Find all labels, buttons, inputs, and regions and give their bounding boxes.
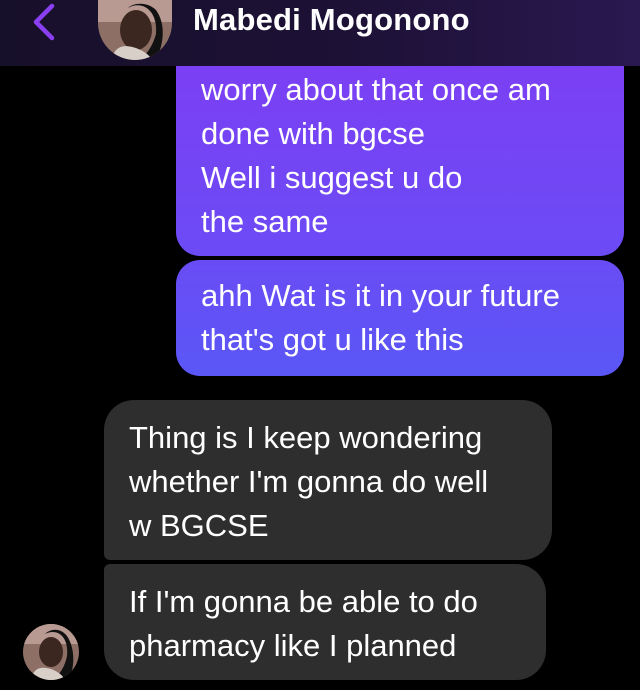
back-button[interactable] [22,0,66,44]
message-line: w BGCSE [129,508,269,543]
message-bubble-received[interactable]: Thing is I keep wondering whether I'm go… [104,400,552,560]
message-line: If I'm gonna be able to do [129,584,478,619]
message-line: done with bgcse [201,116,426,151]
sender-photo-icon [23,624,79,680]
message-line: Thing is I keep wondering [129,420,483,455]
sender-avatar[interactable] [23,624,79,680]
message-line: whether I'm gonna do well [129,464,489,499]
contact-avatar[interactable] [98,0,172,60]
message-bubble-received[interactable]: If I'm gonna be able to do pharmacy like… [104,564,546,680]
message-line: the same [201,204,329,239]
message-line: worry about that once am [201,72,551,107]
message-line: that's got u like this [201,322,464,357]
message-line: pharmacy like I planned [129,628,457,663]
message-bubble-sent[interactable]: ahh Wat is it in your future that's got … [176,260,624,376]
message-bubble-sent[interactable]: worry about that once am done with bgcse… [176,36,624,256]
message-line: ahh Wat is it in your future [201,278,560,313]
message-line: Well i suggest u do [201,160,463,195]
chat-header: Mabedi Mogonono [0,0,640,66]
chevron-left-icon [33,3,55,41]
chat-screen: Mabedi Mogonono worry about that once am… [0,0,640,690]
contact-photo-icon [98,0,172,60]
contact-name[interactable]: Mabedi Mogonono [193,2,470,38]
